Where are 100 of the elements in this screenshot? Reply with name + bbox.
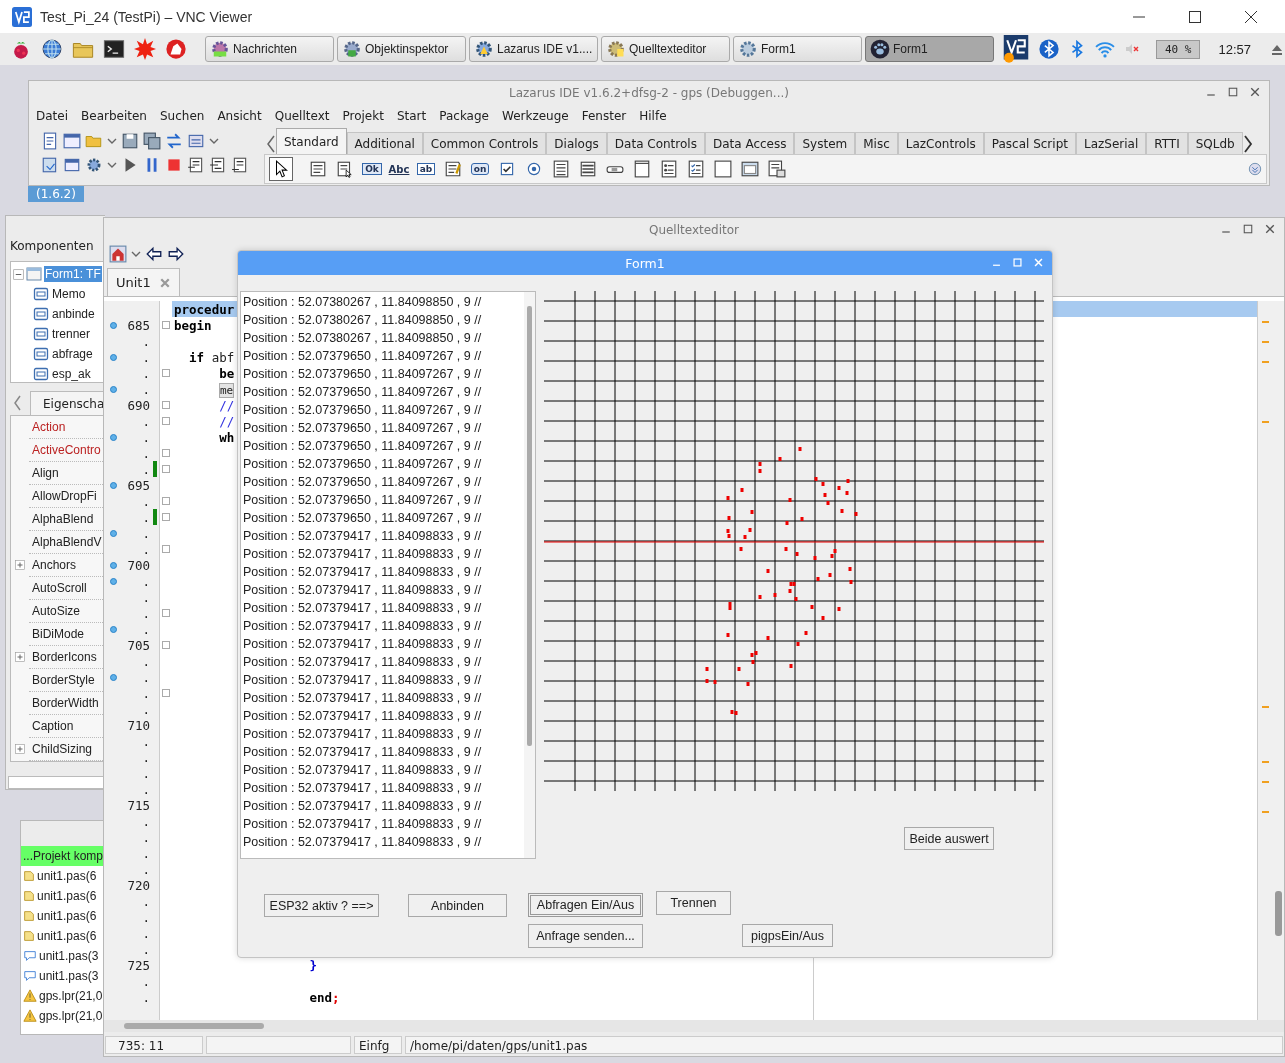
component-button[interactable]: Abc (389, 159, 409, 179)
view-forms-icon[interactable] (63, 156, 81, 174)
menu-item[interactable]: Package (439, 109, 489, 123)
fold-toggle[interactable] (162, 609, 170, 617)
menu-item[interactable]: Bearbeiten (81, 109, 147, 123)
message-item[interactable]: gps.lpr(21,0 (39, 1009, 103, 1023)
taskbar-button[interactable]: Objektinspektor (336, 36, 466, 62)
palette-tab[interactable]: LazControls (897, 132, 984, 154)
palette-tab[interactable]: Pascal Script (983, 132, 1076, 154)
property-name[interactable]: ChildSizing (29, 742, 93, 757)
message-item[interactable]: gps.lpr(21,0 (39, 989, 103, 1003)
memo-field[interactable] (240, 291, 536, 859)
palette-tab[interactable]: Standard (276, 128, 347, 154)
tree-item[interactable]: abfrage (51, 346, 94, 363)
new-form-icon[interactable] (63, 132, 81, 150)
burst-icon[interactable] (134, 38, 156, 60)
form-button[interactable]: pigpsEin/Aus (742, 924, 833, 947)
vertical-scrollbar[interactable] (1257, 301, 1284, 1020)
expand-icon[interactable] (1248, 162, 1262, 176)
form-button[interactable]: Trennen (656, 891, 731, 915)
taskbar-button[interactable]: Form1 (732, 36, 862, 62)
property-name[interactable]: BiDiMode (29, 627, 85, 642)
taskbar-button[interactable]: Lazarus IDE v1.... (468, 36, 598, 62)
palette-tab[interactable]: Misc (855, 132, 898, 154)
chevron-left-icon[interactable] (264, 134, 276, 154)
component-button[interactable] (443, 159, 463, 179)
property-name[interactable]: ActiveContro (29, 443, 101, 458)
component-button[interactable] (578, 159, 598, 179)
globe-icon[interactable] (41, 38, 63, 60)
taskbar-button[interactable]: Nachrichten (204, 36, 334, 62)
component-button[interactable] (740, 159, 760, 179)
terminal-icon[interactable] (103, 38, 125, 60)
palette-tab[interactable]: Additional (346, 132, 423, 154)
maximize-icon[interactable] (1227, 86, 1239, 98)
menu-item[interactable]: Start (396, 109, 427, 123)
palette-tab[interactable]: System (794, 132, 856, 154)
taskbar-button[interactable]: Form1 (864, 36, 994, 62)
save-all-icon[interactable] (143, 132, 161, 150)
tree-item[interactable]: esp_ak (51, 366, 92, 383)
form-button[interactable]: Anfrage senden... (528, 924, 643, 948)
forward-arrow-icon[interactable] (167, 244, 185, 263)
properties-tab[interactable]: Eigenscha (30, 391, 105, 416)
message-item[interactable]: unit1.pas(6 (37, 929, 97, 943)
component-button[interactable] (632, 159, 652, 179)
fold-toggle[interactable] (162, 369, 170, 377)
property-name[interactable]: AlphaBlendV (29, 535, 102, 550)
step-out-icon[interactable] (231, 156, 249, 174)
menu-item[interactable]: Hilfe (639, 109, 667, 123)
palette-tab[interactable]: Data Access (704, 132, 795, 154)
close-icon[interactable] (1243, 8, 1259, 25)
palette-tab[interactable]: RTTI (1146, 132, 1188, 154)
expand-icon[interactable] (15, 744, 25, 755)
menu-item[interactable]: Werkzeuge (502, 109, 569, 123)
component-button[interactable] (269, 157, 293, 181)
fold-toggle[interactable] (162, 321, 170, 329)
message-item[interactable]: unit1.pas(6 (37, 869, 97, 883)
property-name[interactable]: BorderStyle (29, 673, 95, 688)
palette-tab[interactable]: SQLdb (1187, 132, 1243, 154)
expand-icon[interactable] (15, 560, 25, 571)
home-icon[interactable] (109, 244, 127, 263)
menu-item[interactable]: Quelltext (274, 109, 330, 123)
remote-desktop-icon[interactable] (1001, 35, 1030, 63)
close-icon[interactable] (1249, 86, 1261, 98)
close-icon[interactable] (1264, 223, 1276, 235)
menu-item[interactable]: Suchen (159, 109, 205, 123)
view-units-icon[interactable] (41, 156, 59, 174)
palette-tab[interactable]: Common Controls (422, 132, 547, 154)
window-list-icon[interactable] (187, 132, 205, 150)
palette-tab[interactable]: LazSerial (1075, 132, 1147, 154)
form-button[interactable]: Abfragen Ein/Aus (528, 893, 643, 917)
component-button[interactable] (308, 159, 328, 179)
component-button[interactable] (659, 159, 679, 179)
back-arrow-icon[interactable] (145, 244, 163, 263)
property-name[interactable]: Caption (29, 719, 74, 734)
form-button[interactable]: Beide auswert (904, 827, 994, 850)
component-button[interactable] (686, 159, 706, 179)
tree-item[interactable]: trenner (51, 326, 92, 343)
chevron-left-icon[interactable] (12, 394, 22, 413)
input-field[interactable] (8, 776, 105, 789)
toggle-form-unit-icon[interactable] (165, 132, 183, 150)
save-icon[interactable] (121, 132, 139, 150)
message-item[interactable]: unit1.pas(6 (37, 909, 97, 923)
gear-icon[interactable] (85, 156, 103, 174)
property-name[interactable]: BorderWidth (29, 696, 99, 711)
fold-toggle[interactable] (162, 689, 170, 697)
horizontal-scrollbar[interactable] (104, 1020, 1284, 1032)
step-over-icon[interactable] (209, 156, 227, 174)
menu-item[interactable]: Datei (36, 109, 68, 123)
property-name[interactable]: AllowDropFi (29, 489, 97, 504)
step-into-icon[interactable] (187, 156, 205, 174)
property-name[interactable]: BorderIcons (29, 650, 97, 665)
menu-item[interactable]: Fenster (581, 109, 627, 123)
message-item[interactable]: unit1.pas(3 (39, 969, 99, 983)
fold-toggle[interactable] (162, 545, 170, 553)
chevron-right-icon[interactable] (1242, 134, 1255, 154)
property-name[interactable]: AlphaBlend (29, 512, 94, 527)
bluetooth-circle-icon[interactable] (1037, 38, 1060, 60)
property-name[interactable]: Action (29, 420, 66, 435)
palette-tab[interactable]: Data Controls (606, 132, 705, 154)
form-button[interactable]: ESP32 aktiv ? ==> (264, 894, 379, 917)
